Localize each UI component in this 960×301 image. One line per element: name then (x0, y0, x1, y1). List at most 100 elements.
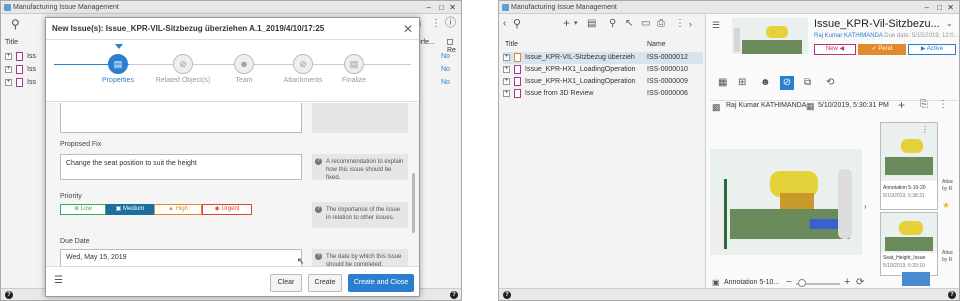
question-icon: ? (315, 158, 322, 165)
issue-thumbnail[interactable] (732, 18, 808, 54)
medium-icon: ▣ (115, 206, 123, 212)
high-icon: ▲ (168, 206, 176, 212)
help-icon[interactable]: ? (948, 291, 956, 299)
dialog-scrollbar[interactable] (412, 173, 415, 233)
expand-icon[interactable]: + (5, 65, 12, 73)
col-header-re: Re (447, 39, 461, 54)
left-row[interactable]: + Iss (5, 63, 36, 76)
document-icon (514, 88, 521, 98)
folder-icon[interactable]: ▭ (641, 19, 650, 29)
image-icon[interactable]: ▣ (712, 278, 720, 288)
step-attachments[interactable]: ⊘ (293, 54, 313, 74)
priority-high-button[interactable]: ▲ High (154, 204, 202, 215)
collapse-left-icon[interactable]: ‹ (503, 19, 506, 29)
chevron-right-icon[interactable]: › (864, 202, 867, 212)
dropdown-icon[interactable]: ▾ (574, 19, 578, 29)
question-icon: ? (315, 253, 322, 260)
table-row[interactable]: + Issue_KPR-HX1_LoadingOperation ISS-00000… (503, 64, 703, 76)
chevron-down-icon[interactable]: ⌄ (946, 19, 953, 29)
checkbox-icon[interactable] (447, 39, 453, 45)
minimize-icon[interactable]: – (427, 1, 431, 14)
expand-icon: + (503, 65, 510, 73)
expand-right-icon[interactable]: › (689, 19, 692, 29)
maximize-icon[interactable]: □ (439, 1, 444, 14)
attachment-card[interactable]: Seat_Height_Issue 5/10/2019, 5:29:10 (880, 212, 938, 276)
due-date-field[interactable]: Wed, May 15, 2019 (60, 249, 302, 266)
description-field[interactable] (60, 103, 302, 133)
col-title: Title (505, 41, 518, 48)
col-name: Name (647, 41, 666, 48)
zoom-slider-thumb[interactable] (798, 279, 806, 287)
info-icon[interactable]: ⓘ (445, 18, 456, 29)
help-icon[interactable]: ? (503, 291, 511, 299)
zoom-out-icon[interactable]: − (786, 278, 792, 288)
step-team[interactable]: ☻ (234, 54, 254, 74)
step-related-objects[interactable]: ⊘ (173, 54, 193, 74)
state-new[interactable]: New ◀ (814, 44, 856, 55)
create-and-close-button[interactable]: Create and Close (348, 274, 414, 292)
table-row[interactable]: + Issue_KPR-VIL-Sitzbezug überzieh ISS-000… (503, 52, 703, 64)
priority-medium-button[interactable]: ▣ Medium (106, 204, 154, 215)
help-icon[interactable]: ? (450, 291, 458, 299)
proposed-fix-field[interactable]: Change the seat position to suit the hei… (60, 154, 302, 180)
more-icon[interactable]: ⋮ (938, 100, 948, 110)
more-icon[interactable]: ⋮ (675, 19, 685, 29)
expand-icon[interactable]: + (5, 52, 12, 60)
close-window-icon[interactable]: ✕ (449, 1, 456, 14)
thumbnail-image (881, 213, 937, 253)
minimize-icon[interactable]: – (925, 1, 929, 14)
create-button[interactable]: Create (308, 274, 342, 292)
zoom-in-icon[interactable]: + (844, 277, 850, 288)
attachment-card[interactable]: ⋮ Annotation 5-10-20 5/10/2019, 5:38:31 (880, 122, 938, 210)
cursor-select-icon[interactable]: ↖ (625, 19, 633, 29)
find-icon[interactable]: ⚲ (609, 19, 616, 29)
maximize-icon[interactable]: □ (937, 1, 942, 14)
priority-low-button[interactable]: ⊕ Low (60, 204, 106, 215)
search-icon[interactable]: ⚲ (11, 18, 20, 30)
form-icon[interactable]: ▤ (587, 19, 596, 29)
left-window: Manufacturing Issue Management – □ ✕ ⚲ ⧉… (0, 0, 462, 301)
more-icon[interactable]: ⋮ (921, 125, 929, 135)
export-icon[interactable]: ⎘ (920, 100, 928, 110)
step-finalize[interactable]: ▤ (344, 54, 364, 74)
add-icon[interactable]: + (563, 17, 570, 29)
mouse-cursor-icon: ↖ (297, 256, 305, 266)
refresh-icon[interactable]: ⟳ (856, 278, 864, 288)
table-row[interactable]: + Issue from 3D Review ISS-0000006 (503, 88, 703, 100)
priority-urgent-button[interactable]: ◉ Urgent (202, 204, 252, 215)
app-logo-icon (4, 4, 11, 11)
expand-icon[interactable]: + (5, 78, 12, 86)
dialog-body: Proposed Fix Change the seat position to… (46, 103, 419, 266)
list-icon[interactable]: ☰ (712, 20, 720, 30)
discussion-icon[interactable]: ⧉ (804, 78, 811, 88)
annotation-label: Annotation 5-10... (724, 279, 780, 286)
team-icon[interactable]: ☻ (760, 78, 771, 88)
print-icon[interactable]: ⎙ (657, 19, 665, 29)
properties-icon[interactable]: ▦ (718, 78, 727, 88)
priority-help: ? The importance of the issue in relation… (312, 202, 408, 228)
step-properties[interactable]: ▤ (108, 54, 128, 74)
more-icon[interactable]: ⋮ (431, 19, 441, 29)
search-icon[interactable]: ⚲ (513, 19, 521, 30)
question-icon: ? (315, 206, 322, 213)
help-icon[interactable]: ? (5, 291, 13, 299)
attachments-icon[interactable]: ⊘ (780, 76, 794, 90)
left-row[interactable]: + Iss (5, 76, 36, 89)
table-row[interactable]: + Issue_KPR-HX1_LoadingOperation ISS-00000… (503, 76, 703, 88)
left-row[interactable]: + Iss (5, 50, 36, 63)
star-icon[interactable]: ★ (942, 200, 950, 210)
priority-label: Priority (60, 193, 82, 200)
history-icon[interactable]: ⟲ (826, 78, 834, 88)
close-icon[interactable]: ✕ (403, 18, 413, 40)
add-icon[interactable]: + (898, 99, 905, 111)
annotation-preview[interactable] (710, 149, 862, 255)
state-pending[interactable]: ✓ Pend (858, 44, 906, 55)
cell-value: No (441, 66, 450, 73)
state-active[interactable]: ▶ Active (908, 44, 956, 55)
due-date-help: ? The date by which this issue should be … (312, 249, 408, 266)
left-titlebar: Manufacturing Issue Management – □ ✕ (1, 1, 461, 14)
menu-icon[interactable]: ☰ (54, 276, 63, 286)
hierarchy-icon[interactable]: ⊞ (738, 78, 746, 88)
close-window-icon[interactable]: ✕ (947, 1, 954, 14)
clear-button[interactable]: Clear (270, 274, 302, 292)
